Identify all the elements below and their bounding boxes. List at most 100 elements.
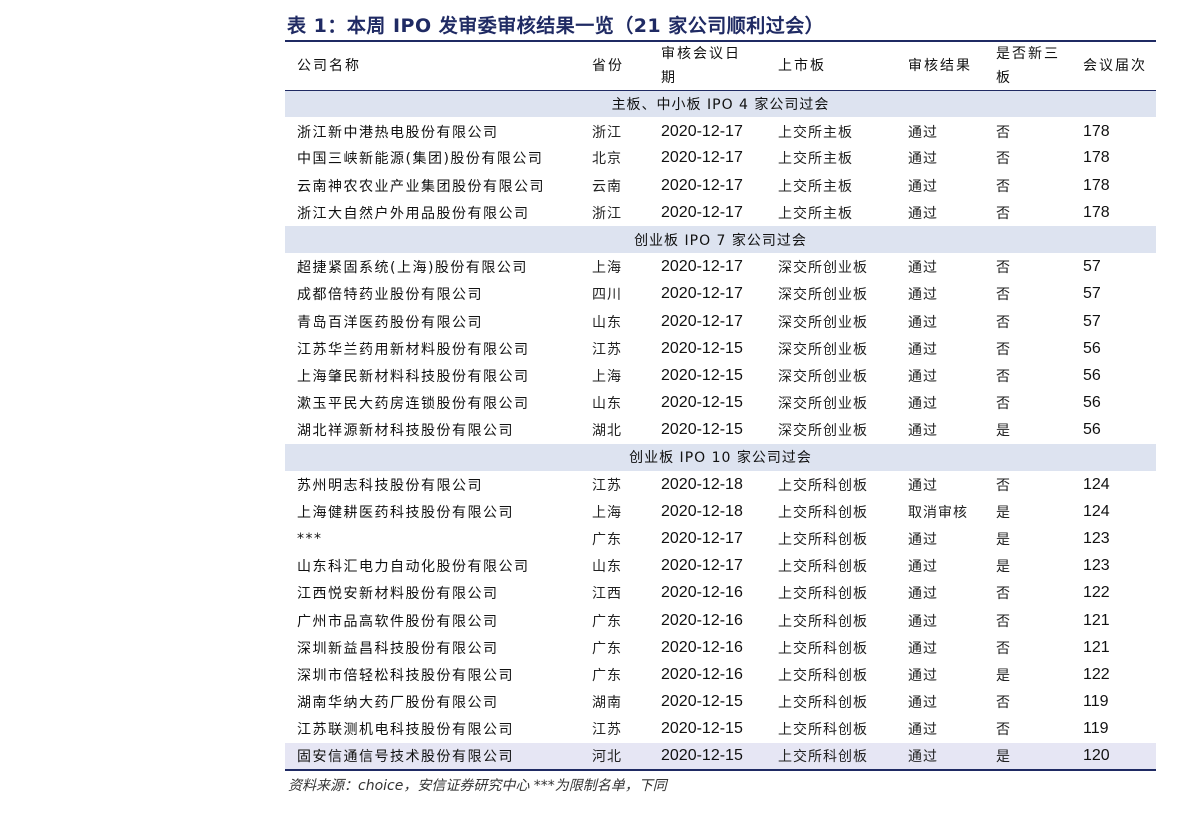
cell-date: 2020-12-16 bbox=[661, 611, 743, 629]
cell-province: 湖南 bbox=[592, 695, 622, 712]
cell-board: 深交所创业板 bbox=[778, 341, 868, 358]
cell-result: 通过 bbox=[902, 743, 990, 772]
cell-result: 通过 bbox=[908, 559, 938, 576]
cell-company: 江苏华兰药用新材料股份有限公司 bbox=[297, 341, 530, 358]
cell-new-third-board: 是 bbox=[990, 743, 1077, 772]
table-row: 江苏联测机电科技股份有限公司 江苏 2020-12-15 上交所科创板 通过 否 119 bbox=[285, 716, 1156, 743]
cell-new-third-board: 是 bbox=[996, 532, 1011, 549]
table-row: 江西悦安新材料股份有限公司 江西 2020-12-16 上交所科创板 通过 否 122 bbox=[285, 580, 1156, 607]
cell-company: 成都倍特药业股份有限公司 bbox=[297, 287, 483, 304]
cell-company: 中国三峡新能源(集团)股份有限公司 bbox=[297, 151, 544, 168]
cell-board: 上交所科创板 bbox=[778, 613, 868, 630]
cell-province: 上海 bbox=[592, 368, 622, 385]
cell-date: 2020-12-17 bbox=[661, 530, 743, 548]
cell-province: 上海 bbox=[592, 504, 622, 521]
cell-new-third-board: 否 bbox=[996, 124, 1011, 141]
cell-new-third-board: 否 bbox=[996, 341, 1011, 358]
header-date: 审核会议日 期 bbox=[655, 41, 772, 91]
cell-session: 121 bbox=[1083, 638, 1110, 656]
table-row: 广州市品高软件股份有限公司 广东 2020-12-16 上交所科创板 通过 否 121 bbox=[285, 607, 1156, 634]
cell-province: 江苏 bbox=[592, 722, 622, 739]
cell-province: 山东 bbox=[592, 314, 622, 331]
cell-date: 2020-12-15 bbox=[661, 421, 743, 439]
cell-new-third-board: 否 bbox=[996, 695, 1011, 712]
header-board: 上市板 bbox=[778, 58, 826, 74]
cell-company: *** bbox=[297, 531, 323, 548]
source-note: 资料来源：choice，安信证券研究中心 ***为限制名单，下同 bbox=[288, 778, 667, 794]
cell-board: 上交所科创板 bbox=[778, 695, 868, 712]
cell-result: 通过 bbox=[908, 640, 938, 657]
cell-session: 122 bbox=[1083, 584, 1110, 602]
cell-province: 云南 bbox=[592, 178, 622, 195]
cell-session: 178 bbox=[1083, 122, 1110, 140]
cell-session: 56 bbox=[1083, 421, 1101, 439]
section-label: 创业板 IPO 10 家公司过会 bbox=[285, 443, 1156, 472]
cell-result: 通过 bbox=[908, 178, 938, 195]
cell-date: 2020-12-17 bbox=[661, 557, 743, 575]
cell-company: 青岛百洋医药股份有限公司 bbox=[297, 314, 483, 331]
cell-province: 广东 bbox=[592, 640, 622, 657]
cell-new-third-board: 否 bbox=[996, 396, 1011, 413]
cell-session: 57 bbox=[1083, 285, 1101, 303]
cell-province: 山东 bbox=[592, 396, 622, 413]
cell-board: 上交所科创板 bbox=[778, 559, 868, 576]
cell-result: 通过 bbox=[908, 260, 938, 277]
cell-board: 深交所创业板 bbox=[778, 260, 868, 277]
cell-province: 江西 bbox=[592, 586, 622, 603]
cell-company: 固安信通信号技术股份有限公司 bbox=[285, 743, 586, 772]
cell-date: 2020-12-17 bbox=[661, 122, 743, 140]
cell-province: 北京 bbox=[592, 151, 622, 168]
cell-new-third-board: 否 bbox=[996, 613, 1011, 630]
cell-session: 119 bbox=[1083, 693, 1109, 711]
cell-board: 上交所科创板 bbox=[778, 586, 868, 603]
cell-date: 2020-12-15 bbox=[661, 693, 743, 711]
cell-result: 通过 bbox=[908, 205, 938, 222]
header-new-third-board: 是否新三 板 bbox=[990, 41, 1077, 91]
table-row: 江苏华兰药用新材料股份有限公司 江苏 2020-12-15 深交所创业板 通过 否 56 bbox=[285, 335, 1156, 362]
cell-company: 浙江新中港热电股份有限公司 bbox=[297, 124, 499, 141]
cell-session: 56 bbox=[1083, 339, 1101, 357]
cell-company: 江苏联测机电科技股份有限公司 bbox=[297, 722, 514, 739]
cell-date: 2020-12-16 bbox=[661, 638, 743, 656]
cell-session: 178 bbox=[1083, 149, 1110, 167]
cell-result: 通过 bbox=[908, 341, 938, 358]
cell-session: 124 bbox=[1083, 475, 1110, 493]
cell-new-third-board: 否 bbox=[996, 586, 1011, 603]
cell-board: 上交所科创板 bbox=[778, 640, 868, 657]
cell-session: 56 bbox=[1083, 366, 1101, 384]
cell-date: 2020-12-15 bbox=[661, 366, 743, 384]
cell-province: 江苏 bbox=[592, 341, 622, 358]
cell-session: 56 bbox=[1083, 394, 1101, 412]
cell-board: 深交所创业板 bbox=[778, 287, 868, 304]
cell-province: 广东 bbox=[592, 613, 622, 630]
cell-board: 上交所科创板 bbox=[778, 668, 868, 685]
cell-new-third-board: 否 bbox=[996, 178, 1011, 195]
cell-company: 江西悦安新材料股份有限公司 bbox=[297, 586, 499, 603]
cell-province: 湖北 bbox=[592, 423, 622, 440]
cell-session: 123 bbox=[1083, 530, 1110, 548]
cell-province: 河北 bbox=[586, 743, 655, 772]
cell-province: 四川 bbox=[592, 287, 622, 304]
cell-new-third-board: 是 bbox=[996, 559, 1011, 576]
section-label: 主板、中小板 IPO 4 家公司过会 bbox=[285, 90, 1156, 119]
cell-board: 上交所科创板 bbox=[778, 504, 868, 521]
cell-company: 深圳新益昌科技股份有限公司 bbox=[297, 640, 499, 657]
table-row: 固安信通信号技术股份有限公司 河北 2020-12-15 上交所科创板 通过是 120 bbox=[285, 743, 1156, 772]
table-row: 漱玉平民大药房连锁股份有限公司 山东 2020-12-15 深交所创业板 通过 否 56 bbox=[285, 390, 1156, 417]
cell-new-third-board: 否 bbox=[996, 477, 1011, 494]
header-date-line1: 审核会议日 bbox=[661, 46, 741, 62]
cell-new-third-board: 否 bbox=[996, 640, 1011, 657]
ipo-results-table: 公司名称 省份 审核会议日 期 上市板 审核结果 是否新三 板 会议届次 主板、… bbox=[285, 40, 1156, 772]
table-title: 表 1：本周 IPO 发审委审核结果一览（21 家公司顺利过会） bbox=[287, 15, 825, 37]
table-row: 浙江新中港热电股份有限公司 浙江 2020-12-17 上交所主板 通过 否 178 bbox=[285, 118, 1156, 145]
cell-company: 湖北祥源新材科技股份有限公司 bbox=[297, 423, 514, 440]
cell-result: 通过 bbox=[908, 124, 938, 141]
cell-new-third-board: 否 bbox=[996, 287, 1011, 304]
cell-session: 57 bbox=[1083, 258, 1101, 276]
cell-date: 2020-12-15 bbox=[661, 394, 743, 412]
table-row: 湖南华纳大药厂股份有限公司 湖南 2020-12-15 上交所科创板 通过 否 119 bbox=[285, 689, 1156, 716]
cell-company: 湖南华纳大药厂股份有限公司 bbox=[297, 695, 499, 712]
cell-result: 通过 bbox=[908, 586, 938, 603]
header-nq-line1: 是否新三 bbox=[996, 46, 1060, 62]
section-header-row: 创业板 IPO 7 家公司过会 bbox=[285, 226, 1156, 255]
